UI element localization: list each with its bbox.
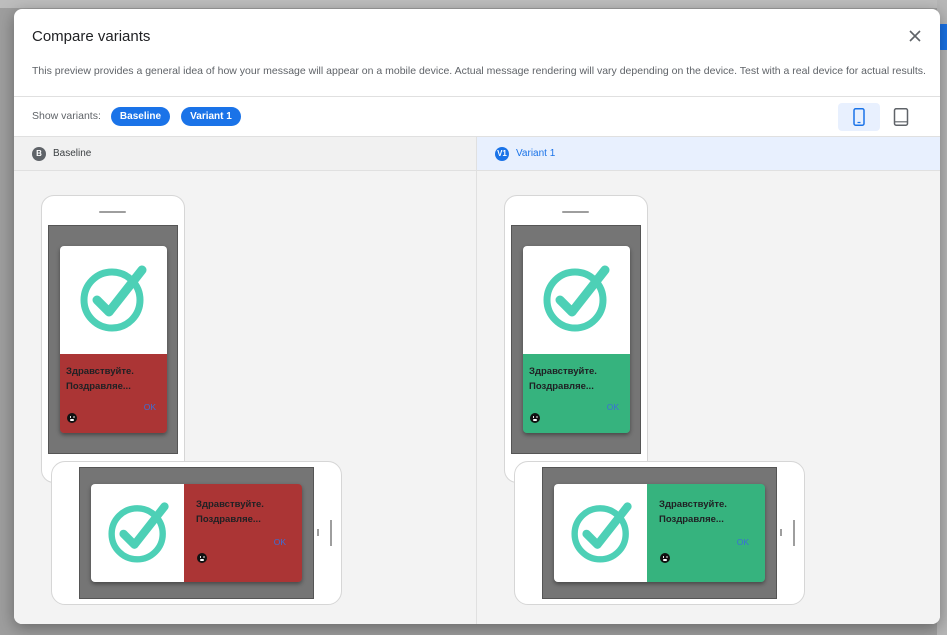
message-body: Здравствуйте. Поздравляе... OK [184,484,302,582]
chip-variant-1[interactable]: Variant 1 [181,107,241,126]
in-app-message-card: Здравствуйте. Поздравляе... OK [91,484,302,582]
landscape-phone-preview: Здравствуйте. Поздравляе... OK [514,461,805,605]
variant-1-badge: V1 [495,147,509,161]
message-line-1: Здравствуйте. [66,366,134,377]
dialog-title: Compare variants [32,28,151,45]
ok-button[interactable]: OK [274,537,286,547]
message-image [554,484,647,582]
show-variants-label: Show variants: [32,110,101,122]
baseline-column: B Baseline Здравствуйте. Поздравляе... O… [14,137,477,624]
phone-view-button[interactable] [838,103,880,131]
dialog-description: This preview provides a general idea of … [32,65,926,77]
variant-1-column: V1 Variant 1 Здравствуйте. Поздравляе...… [477,137,940,624]
message-body: Здравствуйте. Поздравляе... OK [523,354,630,433]
column-title: Baseline [53,148,92,159]
portrait-phone-preview: Здравствуйте. Поздравляе... OK [41,195,185,483]
column-header: B Baseline [14,137,476,171]
phone-speaker [562,211,589,213]
background-button-edge [939,24,947,50]
phone-side-button [317,529,319,536]
message-line-2: Поздравляе... [659,514,724,525]
phone-side-button [780,529,782,536]
message-line-2: Поздравляе... [529,381,594,392]
smiley-icon [660,553,670,563]
checkmark-icon [571,502,632,563]
phone-screen: Здравствуйте. Поздравляе... OK [48,225,178,454]
smiley-icon [530,413,540,423]
message-text: Здравствуйте. Поздравляе... [659,497,727,527]
portrait-phone-preview: Здравствуйте. Поздравляе... OK [504,195,648,483]
column-title: Variant 1 [516,148,556,159]
in-app-message-card: Здравствуйте. Поздравляе... OK [60,246,167,433]
message-line-1: Здравствуйте. [659,499,727,510]
message-text: Здравствуйте. Поздравляе... [66,364,134,394]
in-app-message-card: Здравствуйте. Поздравляе... OK [554,484,765,582]
ok-button[interactable]: OK [737,537,749,547]
phone-screen: Здравствуйте. Поздравляе... OK [511,225,641,454]
message-text: Здравствуйте. Поздравляе... [196,497,264,527]
phone-screen: Здравствуйте. Поздравляе... OK [542,467,777,599]
column-header: V1 Variant 1 [477,137,940,171]
close-button[interactable] [906,27,924,45]
in-app-message-card: Здравствуйте. Поздравляе... OK [523,246,630,433]
checkmark-icon [80,265,147,332]
phone-icon [853,108,865,126]
checkmark-icon [108,502,169,563]
background-page [0,0,947,8]
chip-baseline[interactable]: Baseline [111,107,170,126]
smiley-icon [67,413,77,423]
message-line-1: Здравствуйте. [529,366,597,377]
phone-side-button [793,520,795,546]
close-icon [909,30,921,42]
checkmark-icon [543,265,610,332]
tablet-view-button[interactable] [880,103,922,131]
landscape-phone-preview: Здравствуйте. Поздравляе... OK [51,461,342,605]
baseline-badge: B [32,147,46,161]
message-line-2: Поздравляе... [196,514,261,525]
phone-screen: Здравствуйте. Поздравляе... OK [79,467,314,599]
message-image [91,484,184,582]
variants-toolbar: Show variants: Baseline Variant 1 [14,97,940,135]
ok-button[interactable]: OK [607,402,619,412]
message-body: Здравствуйте. Поздравляе... OK [647,484,765,582]
smiley-icon [197,553,207,563]
message-body: Здравствуйте. Поздравляе... OK [60,354,167,433]
tablet-icon [893,108,909,126]
message-image [523,246,630,354]
phone-speaker [99,211,126,213]
message-line-1: Здравствуйте. [196,499,264,510]
ok-button[interactable]: OK [144,402,156,412]
message-image [60,246,167,354]
message-line-2: Поздравляе... [66,381,131,392]
compare-variants-dialog: Compare variants This preview provides a… [14,9,940,624]
phone-side-button [330,520,332,546]
message-text: Здравствуйте. Поздравляе... [529,364,597,394]
